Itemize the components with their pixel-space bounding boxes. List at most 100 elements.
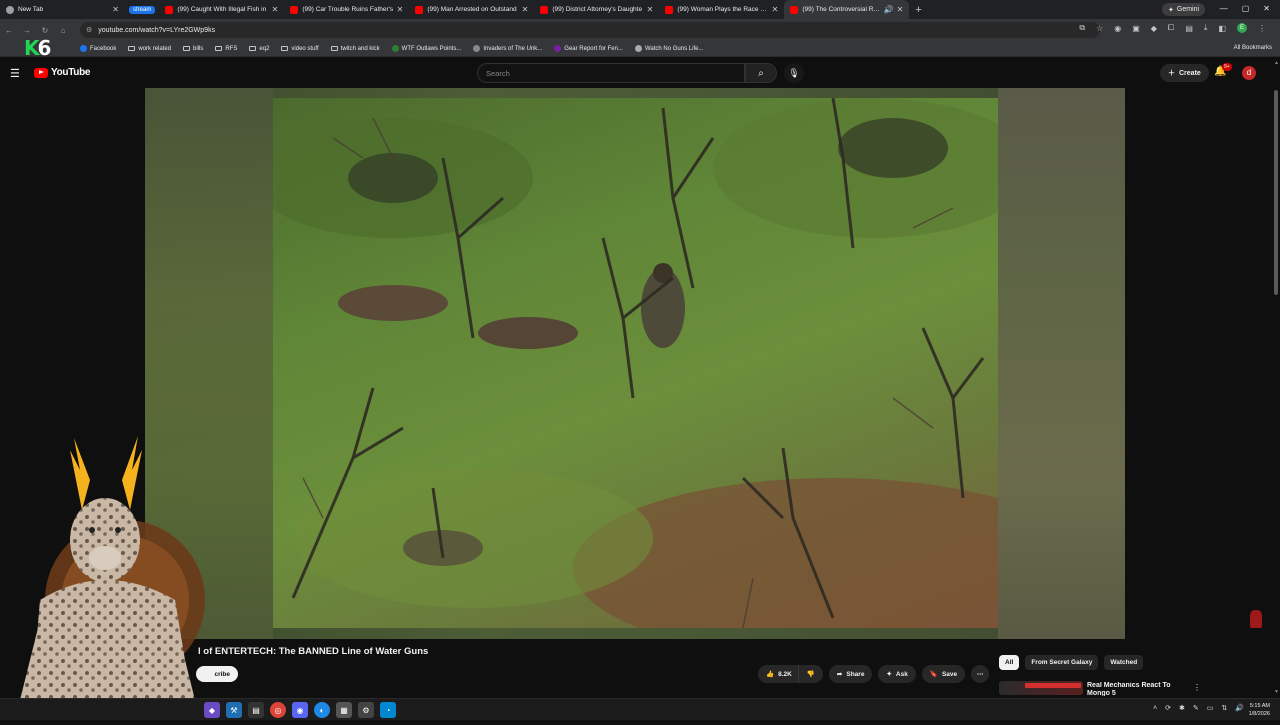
chip-from-channel[interactable]: From Secret Galaxy	[1025, 655, 1099, 670]
browser-tab[interactable]: New Tab ✕	[0, 0, 125, 19]
download-icon[interactable]: ⤓	[1204, 23, 1208, 33]
chevron-up-icon[interactable]: ˄	[1153, 705, 1157, 712]
bookmark-item[interactable]: Gear Report for Fen...	[554, 45, 623, 52]
install-icon[interactable]: ⧉	[1079, 23, 1085, 33]
recommendation-thumbnail[interactable]	[999, 681, 1083, 695]
hamburger-menu-icon[interactable]: ☰	[10, 67, 20, 80]
page-scrollbar[interactable]	[1274, 90, 1278, 295]
extension-icon[interactable]: ◆	[1151, 24, 1157, 33]
speaker-icon[interactable]: 🔊	[884, 5, 894, 14]
bookmark-folder[interactable]: video stuff	[281, 46, 319, 52]
dislike-button[interactable]: 👎	[797, 665, 823, 683]
folder-icon	[128, 46, 136, 51]
side-panel-icon[interactable]: ▤	[1185, 24, 1193, 33]
share-button[interactable]: ➦ Share	[828, 665, 873, 683]
forward-icon[interactable]: →	[18, 26, 36, 35]
extension-icon[interactable]: ◧	[1218, 24, 1226, 33]
bookmark-folder[interactable]: twitch and kick	[330, 46, 380, 52]
like-button[interactable]: 👍 8.2K	[758, 665, 798, 683]
minimize-icon[interactable]: —	[1220, 4, 1228, 13]
pen-icon[interactable]: ✎	[1193, 704, 1199, 712]
display-icon[interactable]: ▭	[1207, 704, 1214, 712]
bookmark-item[interactable]: WTF Outlaws Points...	[391, 45, 461, 52]
save-button[interactable]: 🔖 Save	[921, 665, 966, 683]
character-avatar-image	[15, 436, 205, 720]
notification-badge: 9+	[1222, 63, 1232, 71]
ask-button[interactable]: ✦ Ask	[878, 665, 916, 683]
bookmark-star-icon[interactable]: ☆	[1096, 24, 1103, 33]
bookmark-folder[interactable]: eq2	[249, 46, 269, 52]
bluetooth-icon[interactable]: ✱	[1179, 704, 1185, 712]
scroll-up-icon[interactable]: ▲	[1274, 60, 1279, 66]
new-tab-button[interactable]: +	[915, 4, 921, 16]
edge-icon[interactable]: ◐	[314, 702, 330, 718]
close-icon[interactable]: ✕	[897, 5, 904, 14]
youtube-logo[interactable]: YouTube	[34, 67, 91, 78]
youtube-icon	[415, 5, 424, 14]
voice-search-button[interactable]: 🎙	[784, 63, 804, 83]
settings-icon[interactable]: ⚙	[358, 702, 374, 718]
streamer-webcam-overlay	[0, 430, 215, 720]
close-icon[interactable]: ✕	[112, 5, 119, 14]
account-avatar[interactable]: d	[1242, 66, 1256, 80]
browser-tab[interactable]: (99) Woman Plays the Race Car ✕	[659, 0, 784, 19]
home-icon[interactable]: ⌂	[54, 26, 72, 35]
close-icon[interactable]: ✕	[397, 5, 404, 14]
profile-avatar[interactable]: E	[1237, 23, 1247, 33]
bookmark-folder[interactable]: work related	[128, 46, 171, 52]
close-icon[interactable]: ✕	[522, 5, 529, 14]
back-icon[interactable]: ←	[0, 26, 18, 35]
close-icon[interactable]: ✕	[272, 5, 279, 14]
gemini-label: Gemini	[1176, 6, 1200, 13]
app-icon[interactable]: ⚒	[226, 702, 242, 718]
app-icon[interactable]: ◆	[204, 702, 220, 718]
address-bar[interactable]: ⚙ youtube.com/watch?v=LYre2GWp9ks	[80, 22, 1100, 38]
close-icon[interactable]: ✕	[772, 5, 779, 14]
sync-icon[interactable]: ⟳	[1165, 704, 1171, 712]
bookmark-label: eq2	[259, 45, 270, 52]
recommendation-menu-icon[interactable]: ⋮	[1193, 683, 1201, 692]
search-input[interactable]: Search	[477, 63, 745, 83]
recommendation-title[interactable]: Real Mechanics React To Mongo 5	[1087, 682, 1177, 696]
reload-icon[interactable]: ↻	[36, 26, 54, 35]
browser-tab[interactable]: (99) Caught With Illegal Fish in ✕	[159, 0, 284, 19]
close-icon[interactable]: ✕	[647, 5, 654, 14]
browser-tab[interactable]: (99) Car Trouble Ruins Father's ✕	[284, 0, 409, 19]
tab-group-label[interactable]: stream	[129, 5, 156, 14]
extension-icon[interactable]: ◉	[1114, 24, 1121, 33]
chrome-icon[interactable]: ◎	[270, 702, 286, 718]
site-info-icon[interactable]: ⚙	[86, 26, 92, 34]
menu-kebab-icon[interactable]: ⋮	[1258, 24, 1266, 33]
close-window-icon[interactable]: ✕	[1263, 4, 1270, 13]
video-frame[interactable]	[273, 98, 998, 628]
app-icon[interactable]: ◔	[380, 702, 396, 718]
create-button[interactable]: ＋ Create	[1160, 64, 1209, 82]
extension-icon[interactable]: ▣	[1132, 24, 1140, 33]
maximize-icon[interactable]: ▢	[1242, 4, 1250, 13]
bookmark-folder[interactable]: RFS	[215, 46, 237, 52]
browser-tab[interactable]: (99) Man Arrested on Outstand ✕	[409, 0, 534, 19]
chip-all[interactable]: All	[999, 655, 1020, 670]
browser-tab[interactable]: (99) District Attorney's Daughte ✕	[534, 0, 659, 19]
volume-icon[interactable]: 🔊	[1235, 704, 1244, 712]
search-button[interactable]: ⌕	[745, 63, 777, 83]
clock-time: 5:15 AM	[1249, 703, 1270, 709]
discord-icon[interactable]: ◉	[292, 702, 308, 718]
system-clock[interactable]: 5:15 AM 1/8/2026	[1249, 702, 1270, 718]
chip-watched[interactable]: Watched	[1104, 655, 1144, 670]
subscribe-button[interactable]: cribe	[196, 666, 238, 682]
bookmark-item[interactable]: Watch No Guns Life...	[634, 45, 703, 52]
browser-tab-active[interactable]: (99) The Controversial Rise 🔊 ✕	[784, 0, 910, 19]
extensions-puzzle-icon[interactable]: ⧠	[1168, 23, 1174, 33]
video-actions: 👍 8.2K 👎 ➦ Share ✦ Ask 🔖 Save ⋯	[758, 665, 990, 683]
more-actions-button[interactable]: ⋯	[971, 665, 990, 683]
file-explorer-icon[interactable]: ▤	[248, 702, 264, 718]
bookmark-item[interactable]: Facebook	[80, 45, 116, 52]
bookmark-folder[interactable]: bills	[183, 46, 203, 52]
bookmark-item[interactable]: Invaders of The Unk...	[473, 45, 542, 52]
all-bookmarks[interactable]: All Bookmarks	[1231, 45, 1272, 51]
gemini-button[interactable]: ✦ Gemini	[1162, 3, 1206, 16]
scroll-down-icon[interactable]: ▼	[1274, 689, 1279, 695]
network-icon[interactable]: ⇅	[1221, 704, 1227, 712]
obs-icon[interactable]: ▦	[336, 702, 352, 718]
